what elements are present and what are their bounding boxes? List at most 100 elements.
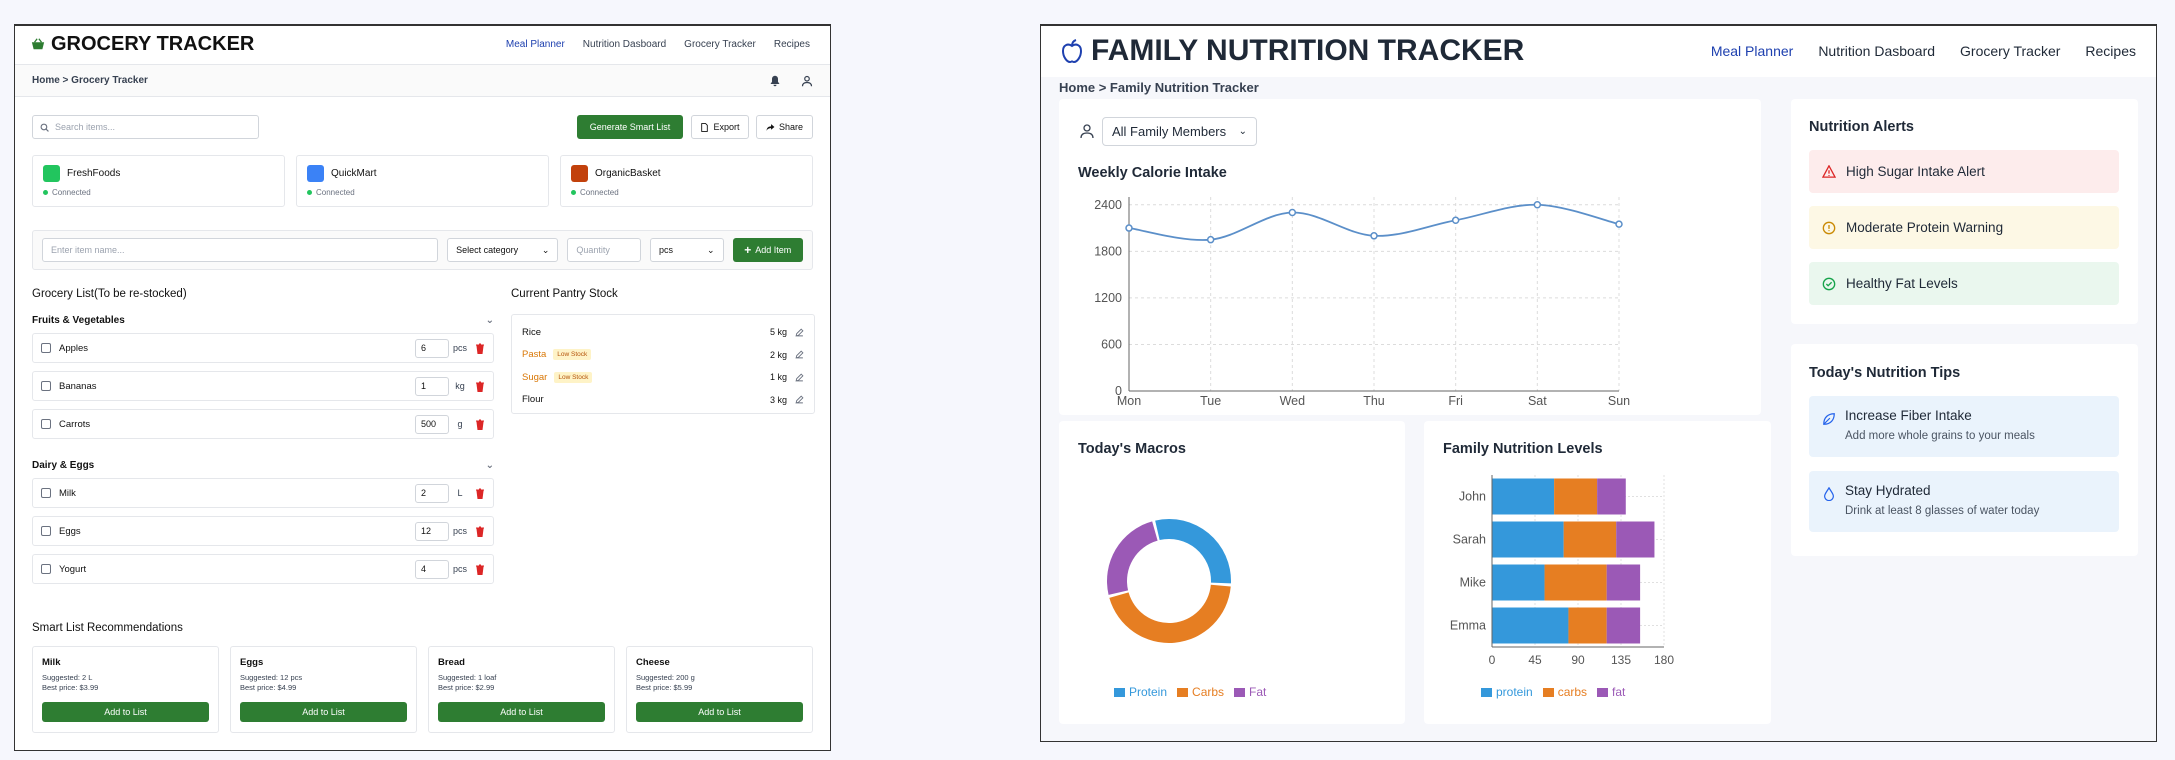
- edit-icon[interactable]: [795, 350, 804, 359]
- x-tick-label: 90: [1571, 653, 1585, 667]
- add-to-list-button[interactable]: Add to List: [438, 702, 605, 722]
- alert-healthy-fat[interactable]: Healthy Fat Levels: [1809, 262, 2119, 305]
- nav-nutrition-dashboard[interactable]: Nutrition Dasboard: [1818, 43, 1935, 59]
- tip-fiber[interactable]: Increase Fiber Intake Add more whole gra…: [1809, 396, 2119, 457]
- rec-suggested: Suggested: 2 L: [42, 673, 93, 682]
- trash-icon[interactable]: [475, 343, 485, 354]
- edit-icon[interactable]: [795, 395, 804, 404]
- connected-stores: FreshFoods Connected QuickMart Connected…: [32, 155, 813, 207]
- item-checkbox[interactable]: [41, 419, 51, 429]
- item-unit: pcs: [452, 564, 467, 574]
- recommendations: Milk Suggested: 2 L Best price: $3.99 Add…: [32, 646, 813, 733]
- family-member-select[interactable]: All Family Members ⌄: [1102, 117, 1257, 146]
- export-label: Export: [713, 122, 740, 132]
- macros-title: Today's Macros: [1078, 441, 1186, 457]
- alert-moderate-protein[interactable]: Moderate Protein Warning: [1809, 206, 2119, 249]
- leaf-icon: [1823, 413, 1835, 425]
- item-checkbox[interactable]: [41, 381, 51, 391]
- plus-icon: +: [744, 243, 752, 257]
- edit-icon[interactable]: [795, 328, 804, 337]
- export-button[interactable]: Export: [691, 115, 749, 139]
- calorie-data-point: [1451, 216, 1460, 225]
- item-unit: pcs: [452, 343, 467, 353]
- pantry-item: Sugar Low Stock 1 kg: [522, 366, 804, 389]
- weekly-calorie-chart: 0600120018002400Mon Tue Wed Thu Fri Sat Sun: [1094, 197, 1630, 408]
- item-checkbox[interactable]: [41, 343, 51, 353]
- legend-item: fat: [1597, 685, 1625, 699]
- nav-grocery-tracker[interactable]: Grocery Tracker: [684, 39, 756, 50]
- x-tick-label: Wed: [1280, 394, 1306, 408]
- quantity-input[interactable]: Quantity: [567, 238, 641, 262]
- nav-meal-planner[interactable]: Meal Planner: [1711, 43, 1794, 59]
- item-checkbox[interactable]: [41, 488, 51, 498]
- y-tick-label: 2400: [1094, 198, 1122, 212]
- add-to-list-button[interactable]: Add to List: [42, 702, 209, 722]
- status-dot: [307, 190, 312, 195]
- category-header-fruits[interactable]: Fruits & Vegetables ⌄: [32, 315, 494, 326]
- bell-icon[interactable]: [769, 75, 781, 87]
- trash-icon[interactable]: [475, 381, 485, 392]
- item-qty-input[interactable]: 12: [415, 521, 449, 541]
- item-unit: pcs: [452, 526, 467, 536]
- grocery-tracker-window: GROCERY TRACKER Meal Planner Nutrition D…: [14, 24, 831, 751]
- pantry-item-name: Rice: [522, 326, 542, 338]
- unit-select[interactable]: pcs ⌄: [649, 238, 724, 262]
- pantry-item: Pasta Low Stock 2 kg: [522, 344, 804, 367]
- nav-meal-planner[interactable]: Meal Planner: [506, 39, 565, 50]
- tip-hydrated[interactable]: Stay Hydrated Drink at least 8 glasses o…: [1809, 471, 2119, 532]
- item-checkbox[interactable]: [41, 526, 51, 536]
- nav-grocery-tracker[interactable]: Grocery Tracker: [1960, 43, 2060, 59]
- trash-icon[interactable]: [475, 488, 485, 499]
- item-qty-input[interactable]: 2: [415, 483, 449, 503]
- share-label: Share: [778, 122, 804, 132]
- item-qty-input[interactable]: 1: [415, 376, 449, 396]
- trash-icon[interactable]: [475, 564, 485, 575]
- edit-icon[interactable]: [795, 373, 804, 382]
- user-icon[interactable]: [801, 75, 813, 87]
- tip-title: Stay Hydrated: [1845, 483, 1931, 498]
- nav-nutrition-dashboard[interactable]: Nutrition Dasboard: [583, 39, 666, 50]
- y-tick-label: 600: [1101, 337, 1122, 351]
- rec-price: Best price: $2.99: [438, 683, 495, 692]
- legend-swatch: [1597, 687, 1609, 697]
- add-to-list-button[interactable]: Add to List: [240, 702, 407, 722]
- category-select[interactable]: Select category ⌄: [447, 238, 559, 262]
- rec-suggested: Suggested: 1 loaf: [438, 673, 497, 682]
- search-input[interactable]: Search items...: [32, 115, 259, 139]
- item-name-input[interactable]: Enter item name...: [42, 238, 439, 262]
- apple-icon: [1061, 38, 1083, 63]
- member-select-value: All Family Members: [1112, 124, 1227, 139]
- alert-high-sugar[interactable]: High Sugar Intake Alert: [1809, 150, 2119, 193]
- legend-item: Protein: [1114, 685, 1167, 699]
- store-card-freshfoods[interactable]: FreshFoods Connected: [32, 155, 285, 207]
- recommendation-card: Cheese Suggested: 200 g Best price: $5.99…: [626, 646, 813, 733]
- add-item-button[interactable]: + Add Item: [732, 238, 803, 262]
- y-tick-label: Mike: [1460, 576, 1486, 590]
- nutrition-tracker-window: FAMILY NUTRITION TRACKER Meal Planner Nu…: [1040, 24, 2157, 742]
- category-value: Select category: [456, 245, 519, 255]
- trash-icon[interactable]: [475, 526, 485, 537]
- tips-title: Today's Nutrition Tips: [1809, 365, 1961, 381]
- x-tick-label: Thu: [1363, 394, 1385, 408]
- y-tick-label: Sarah: [1453, 533, 1486, 547]
- item-name: Carrots: [59, 418, 91, 430]
- share-button[interactable]: Share: [756, 115, 813, 139]
- chevron-down-icon: ⌄: [485, 460, 494, 471]
- add-to-list-button[interactable]: Add to List: [636, 702, 803, 722]
- trash-icon[interactable]: [475, 419, 485, 430]
- water-drop-icon: [1824, 487, 1834, 501]
- item-checkbox[interactable]: [41, 564, 51, 574]
- nav-recipes[interactable]: Recipes: [774, 39, 810, 50]
- calorie-data-point: [1615, 220, 1623, 228]
- item-qty-input[interactable]: 500: [415, 414, 449, 434]
- generate-smart-list-button[interactable]: Generate Smart List: [577, 115, 683, 139]
- item-qty-input[interactable]: 6: [415, 338, 449, 358]
- nav-recipes[interactable]: Recipes: [2085, 43, 2136, 59]
- macro-slice-fat: [1107, 521, 1158, 595]
- item-qty-input[interactable]: 4: [415, 559, 449, 579]
- alert-text: Moderate Protein Warning: [1846, 220, 2004, 235]
- category-header-dairy[interactable]: Dairy & Eggs ⌄: [32, 460, 494, 471]
- grocery-item-apples: Apples 6 pcs: [32, 333, 494, 363]
- store-card-organicbasket[interactable]: OrganicBasket Connected: [560, 155, 813, 207]
- store-card-quickmart[interactable]: QuickMart Connected: [296, 155, 549, 207]
